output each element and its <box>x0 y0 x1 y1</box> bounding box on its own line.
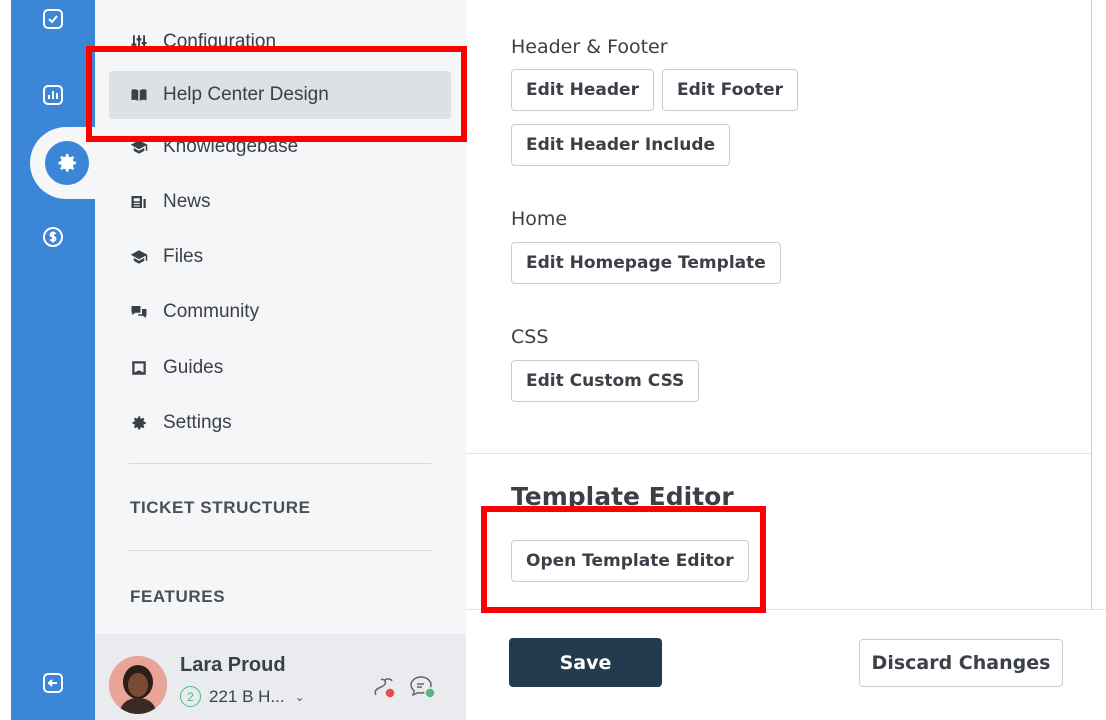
admin-nav: Configuration Help Center Design Knowled… <box>95 0 466 720</box>
chevron-down-icon: ⌄ <box>294 689 305 704</box>
book-square-icon <box>129 358 149 378</box>
content-border <box>1091 0 1092 610</box>
nav-item-label: Guides <box>163 357 224 378</box>
rail-admin-button[interactable] <box>39 135 95 191</box>
nav-section-ticket-structure[interactable]: TICKET STRUCTURE <box>130 498 311 518</box>
nav-item-community[interactable]: Community <box>109 288 451 336</box>
nav-item-guides[interactable]: Guides <box>109 344 451 392</box>
nav-item-news[interactable]: News <box>109 178 451 226</box>
nav-item-label: Settings <box>163 412 232 433</box>
edit-homepage-template-button[interactable]: Edit Homepage Template <box>511 242 781 284</box>
nav-item-label: Files <box>163 246 204 267</box>
nav-divider <box>129 463 431 464</box>
nav-item-label: Help Center Design <box>163 84 329 105</box>
nav-item-label: Community <box>163 301 260 322</box>
nav-item-label: Configuration <box>163 31 277 52</box>
nav-divider <box>129 550 431 551</box>
rail-tasks-button[interactable] <box>40 6 66 32</box>
phone-status-icon[interactable] <box>371 674 397 700</box>
nav-item-configuration[interactable]: Configuration <box>109 18 451 66</box>
bar-chart-icon <box>43 85 63 105</box>
nav-item-knowledgebase[interactable]: Knowledgebase <box>109 123 451 171</box>
section-label-css: CSS <box>511 326 549 348</box>
nav-section-features[interactable]: FEATURES <box>130 587 225 607</box>
user-bar: Lara Proud 2 221 B H... ⌄ <box>95 634 466 720</box>
user-department-selector[interactable]: 2 221 B H... ⌄ <box>180 686 305 707</box>
chat-status-icon[interactable] <box>409 674 437 700</box>
gear-icon <box>58 154 76 172</box>
chat-bubbles-icon <box>129 302 149 322</box>
gear-icon <box>129 413 149 433</box>
user-department-label: 221 B H... <box>209 686 285 706</box>
main-content: Header & Footer Edit Header Edit Footer … <box>466 0 1106 720</box>
graduation-cap-icon <box>129 137 149 157</box>
edit-custom-css-button[interactable]: Edit Custom CSS <box>511 360 700 402</box>
rail-reports-button[interactable] <box>40 82 66 108</box>
footer-divider <box>466 609 1106 610</box>
app-rail <box>0 0 95 720</box>
user-photo-icon <box>109 656 167 714</box>
rail-billing-button[interactable] <box>40 224 66 250</box>
template-editor-title: Template Editor <box>511 482 734 511</box>
sliders-icon <box>129 32 149 52</box>
discard-changes-button[interactable]: Discard Changes <box>859 639 1063 687</box>
edit-footer-button[interactable]: Edit Footer <box>662 69 798 111</box>
open-book-icon <box>129 85 149 105</box>
nav-item-settings[interactable]: Settings <box>109 399 451 447</box>
nav-item-help-center-design[interactable]: Help Center Design <box>109 71 451 119</box>
section-divider <box>466 453 1091 454</box>
app-rail-background <box>11 0 95 720</box>
rail-collapse-button[interactable] <box>40 670 66 696</box>
nav-item-files[interactable]: Files <box>109 233 451 281</box>
user-count-badge: 2 <box>180 686 201 707</box>
news-icon <box>129 192 149 212</box>
save-button[interactable]: Save <box>509 638 662 687</box>
section-label-header-footer: Header & Footer <box>511 36 668 58</box>
open-template-editor-button[interactable]: Open Template Editor <box>511 540 749 582</box>
avatar[interactable] <box>109 656 167 714</box>
nav-item-label: News <box>163 191 211 212</box>
collapse-arrow-icon <box>43 673 63 693</box>
graduation-cap-icon <box>129 247 149 267</box>
edit-header-button[interactable]: Edit Header <box>511 69 654 111</box>
edit-header-include-button[interactable]: Edit Header Include <box>511 124 731 166</box>
section-label-home: Home <box>511 208 568 230</box>
dollar-circle-icon <box>43 227 63 247</box>
nav-item-label: Knowledgebase <box>163 136 299 157</box>
presence-controls <box>371 674 437 700</box>
check-square-icon <box>43 9 63 29</box>
user-name: Lara Proud <box>180 654 286 676</box>
